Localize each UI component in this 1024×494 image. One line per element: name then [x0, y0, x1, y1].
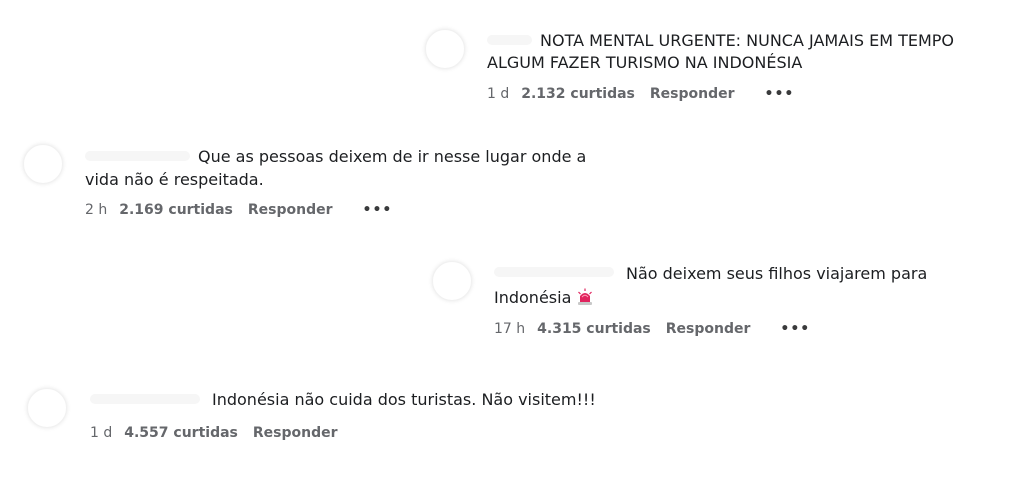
- comment-likes[interactable]: 4.557 curtidas: [124, 425, 238, 441]
- reply-button[interactable]: Responder: [253, 425, 338, 441]
- username-blurred[interactable]: [90, 394, 200, 404]
- comment-text-line-1: Indonésia não cuida dos turistas. Não vi…: [212, 390, 596, 409]
- comment-4: Indonésia não cuida dos turistas. Não vi…: [0, 0, 1024, 460]
- avatar[interactable]: [27, 388, 67, 428]
- comment-meta: 1 d 4.557 curtidas Responder: [90, 425, 368, 441]
- comment-time[interactable]: 1 d: [90, 425, 112, 441]
